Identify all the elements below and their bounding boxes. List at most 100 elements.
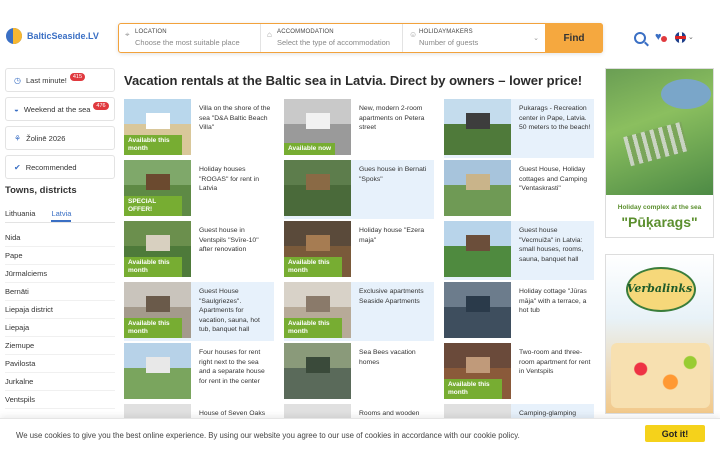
ad-pukarags-tagline: Holiday complex at the sea (617, 204, 702, 211)
holidaymakers-placeholder: Number of guests (419, 38, 479, 47)
search-icon[interactable] (634, 32, 646, 44)
listing-title[interactable]: Holiday cottage "Jūras māja" with a terr… (519, 287, 591, 316)
listing-card[interactable]: Available this month Exclusive apartments… (284, 282, 434, 341)
listing-photo[interactable]: Available this month (284, 282, 351, 338)
listing-card[interactable]: Available now New, modern 2-room apartmen… (284, 99, 434, 158)
logo-icon (6, 28, 22, 44)
town-item[interactable]: Jūrmalciems (5, 265, 115, 283)
listing-title[interactable]: Holiday houses "ROGAS" for rent in Latvi… (199, 165, 271, 194)
photo-building (306, 235, 330, 251)
page-title: Vacation rentals at the Baltic sea in La… (124, 73, 583, 88)
town-item[interactable]: Liepaja (5, 319, 115, 337)
guests-icon: ☺ (409, 30, 418, 39)
cookie-text: We use cookies to give you the best onli… (16, 431, 520, 440)
weekend-label: Weekend at the sea (23, 104, 91, 114)
thumbs-up-icon: ✔ (14, 162, 21, 172)
home-icon: ⌂ (267, 30, 272, 39)
availability-badge: Available this month (124, 135, 182, 155)
tab-latvia[interactable]: Latvia (51, 209, 72, 222)
listing-photo[interactable] (284, 160, 351, 216)
town-item[interactable]: Bernāti (5, 283, 115, 301)
listing-title[interactable]: Guest house "Vecmuiža" in Latvia: small … (519, 226, 591, 264)
town-item[interactable]: Pape (5, 247, 115, 265)
listing-card[interactable]: Guest House, Holiday cottages and Campin… (444, 160, 594, 219)
last-minute-button[interactable]: ◷ Last minute! 415 (5, 68, 115, 92)
listing-title[interactable]: Guest house in Ventspils "Svīre-10" afte… (199, 226, 271, 255)
listing-card[interactable]: Sea Bees vacation homes (284, 343, 434, 402)
find-button[interactable]: Find (545, 23, 603, 53)
zoline-label: Žolinē 2026 (26, 133, 66, 143)
listing-card[interactable]: Available this month Two-room and three-r… (444, 343, 594, 402)
listing-card[interactable]: Four houses for rent right next to the s… (124, 343, 274, 402)
favorites-badge (661, 36, 667, 42)
listing-photo[interactable]: Available now (284, 99, 351, 155)
location-field[interactable]: ⌖ LOCATION Choose the most suitable plac… (119, 24, 261, 52)
listing-card[interactable]: Available this month Guest House "Saulgri… (124, 282, 274, 341)
listing-photo[interactable]: Available this month (284, 221, 351, 277)
listing-title[interactable]: Pukarags - Recreation center in Pape, La… (519, 104, 591, 133)
town-item[interactable]: Pavilosta (5, 355, 115, 373)
listing-card[interactable]: Guest house "Vecmuiža" in Latvia: small … (444, 221, 594, 280)
town-item[interactable]: Jurkalne (5, 373, 115, 391)
listing-card[interactable]: Gues house in Bernati "Spoks" (284, 160, 434, 219)
listing-card[interactable]: SPECIAL OFFER! Holiday houses "ROGAS" for… (124, 160, 274, 219)
availability-badge: Available this month (284, 257, 342, 277)
listing-card[interactable]: Available this month Guest house in Vents… (124, 221, 274, 280)
listing-title[interactable]: Four houses for rent right next to the s… (199, 348, 271, 386)
listing-card[interactable]: Holiday cottage "Jūras māja" with a terr… (444, 282, 594, 341)
availability-badge: Available this month (284, 318, 342, 338)
grass-icon: ⚘ (14, 133, 22, 143)
zoline-button[interactable]: ⚘ Žolinē 2026 (5, 126, 115, 150)
listing-title[interactable]: Gues house in Bernati "Spoks" (359, 165, 431, 184)
listing-photo[interactable]: Available this month (124, 221, 191, 277)
recommended-button[interactable]: ✔ Recommended (5, 155, 115, 179)
weekend-button[interactable]: ◒ Weekend at the sea 476 (5, 97, 115, 121)
listing-title[interactable]: Guest House, Holiday cottages and Campin… (519, 165, 591, 194)
listing-title[interactable]: New, modern 2-room apartments on Petera … (359, 104, 431, 133)
photo-building (146, 296, 170, 312)
cookie-accept-button[interactable]: Got it! (645, 425, 705, 442)
ad-verbalinks[interactable]: Verbalinks (605, 254, 714, 414)
listing-photo[interactable] (284, 343, 351, 399)
ad-pukarags-photo (606, 69, 713, 195)
photo-building (306, 174, 330, 190)
listing-title[interactable]: Holiday house "Ezera maja" (359, 226, 431, 245)
accommodation-field[interactable]: ⌂ ACCOMMODATION Select the type of accom… (261, 24, 403, 52)
site-logo[interactable]: BalticSeaside.LV (6, 28, 99, 44)
photo-building (146, 174, 170, 190)
listing-photo[interactable]: Available this month (444, 343, 511, 399)
listing-photo[interactable] (444, 221, 511, 277)
town-item[interactable]: Nida (5, 229, 115, 247)
listing-card[interactable]: Available this month Villa on the shore o… (124, 99, 274, 158)
listing-photo[interactable] (444, 282, 511, 338)
holidaymakers-field[interactable]: ☺ HOLIDAYMAKERS Number of guests ⌄ (403, 24, 545, 52)
uk-flag-icon[interactable] (675, 32, 686, 43)
language-chevron-icon[interactable]: ⌄ (688, 33, 694, 41)
listing-photo[interactable] (124, 343, 191, 399)
photo-building (146, 235, 170, 251)
listing-photo[interactable]: Available this month (124, 282, 191, 338)
ad-pukarags[interactable]: Holiday complex at the sea "Pūķarags" (605, 68, 714, 238)
search-bar: ⌖ LOCATION Choose the most suitable plac… (118, 23, 603, 53)
listing-photo[interactable]: Available this month (124, 99, 191, 155)
listing-photo[interactable]: SPECIAL OFFER! (124, 160, 191, 216)
town-item[interactable]: Liepaja district (5, 301, 115, 319)
listing-title[interactable]: Exclusive apartments Seaside Apartments (359, 287, 431, 306)
photo-building (306, 113, 330, 129)
tab-lithuania[interactable]: Lithuania (5, 209, 35, 222)
listing-photo[interactable] (444, 160, 511, 216)
listing-title[interactable]: Two-room and three-room apartment for re… (519, 348, 591, 377)
listing-card[interactable]: Available this month Holiday house "Ezera… (284, 221, 434, 280)
photo-building (466, 357, 490, 373)
listing-card[interactable]: Pukarags - Recreation center in Pape, La… (444, 99, 594, 158)
photo-building (306, 296, 330, 312)
listing-title[interactable]: Sea Bees vacation homes (359, 348, 431, 367)
town-item[interactable]: Ziemupe (5, 337, 115, 355)
country-tabs: Lithuania Latvia (5, 209, 115, 223)
listing-title[interactable]: Guest House "Saulgriezes". Apartments fo… (199, 287, 271, 335)
listing-title[interactable]: Villa on the shore of the sea "D&A Balti… (199, 104, 271, 133)
chevron-down-icon: ⌄ (533, 35, 539, 42)
town-item[interactable]: Ventspils (5, 391, 115, 409)
sidebar: ◷ Last minute! 415 ◒ Weekend at the sea … (5, 68, 115, 409)
listing-photo[interactable] (444, 99, 511, 155)
